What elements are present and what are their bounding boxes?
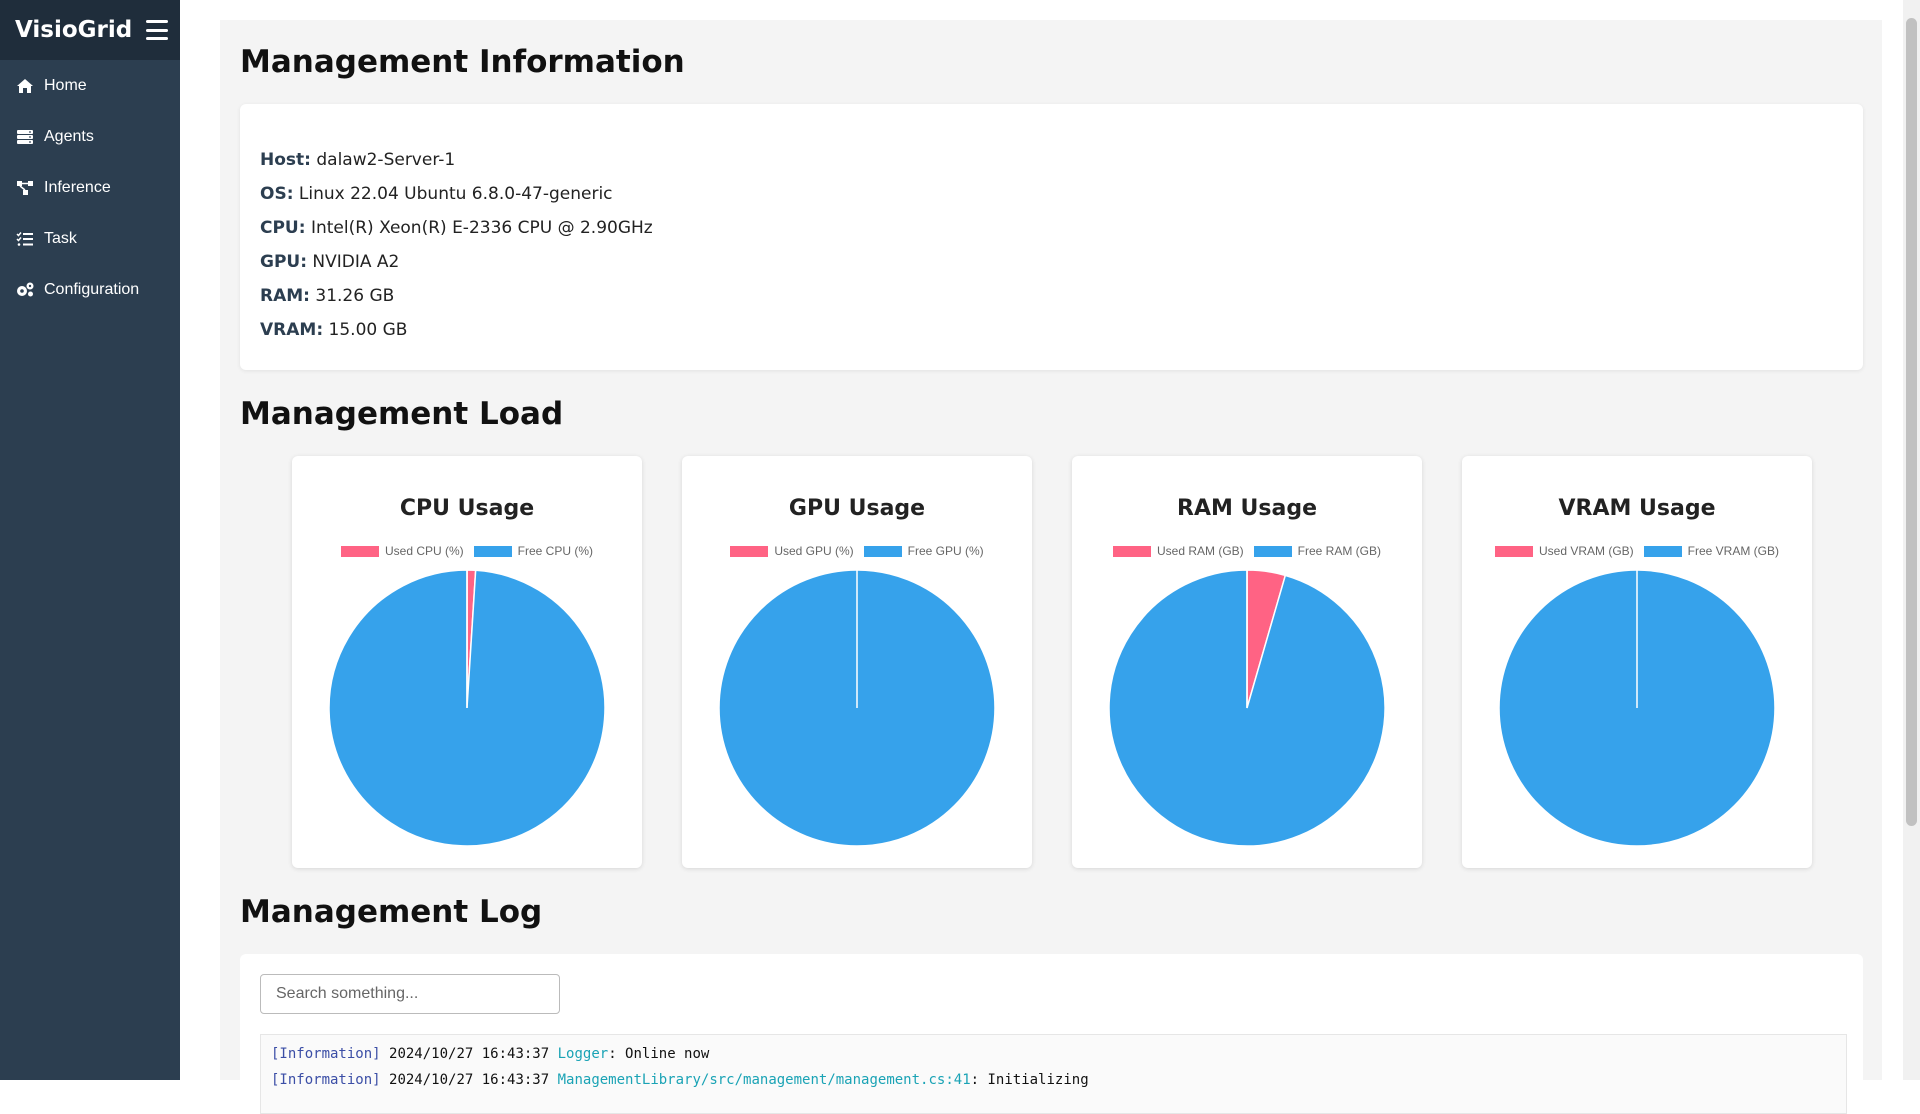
legend-item-used[interactable]: Used VRAM (GB): [1494, 544, 1634, 558]
ram-usage-chart-card: RAM Usage Used RAM (GB) Free RAM (GB): [1072, 456, 1422, 868]
legend-item-free[interactable]: Free CPU (%): [473, 544, 594, 558]
legend-swatch-used: [1494, 545, 1533, 557]
brand-bar: VisioGrid: [0, 0, 180, 60]
info-value: 31.26 GB: [315, 286, 395, 306]
chart-legend: Used VRAM (GB) Free VRAM (GB): [1462, 544, 1812, 558]
info-card: Host: dalaw2-Server-1 OS: Linux 22.04 Ub…: [240, 104, 1863, 370]
legend-swatch-free: [473, 545, 512, 557]
chart-legend: Used GPU (%) Free GPU (%): [682, 544, 1032, 558]
main-content: Management Information Host: dalaw2-Serv…: [220, 20, 1882, 1114]
log-timestamp: 2024/10/27 16:43:37: [389, 1072, 550, 1088]
sidebar-item-inference[interactable]: Inference: [0, 162, 180, 213]
info-value: Intel(R) Xeon(R) E-2336 CPU @ 2.90GHz: [310, 218, 653, 238]
cpu-pie-chart[interactable]: [327, 568, 607, 848]
legend-label: Free VRAM (GB): [1687, 544, 1780, 558]
legend-label: Used RAM (GB): [1156, 544, 1244, 558]
management-load-title: Management Load: [240, 396, 564, 432]
info-row-gpu: GPU: NVIDIA A2: [260, 245, 1843, 279]
sidebar-item-configuration[interactable]: Configuration: [0, 264, 180, 315]
scrollbar-thumb[interactable]: [1906, 18, 1917, 826]
page-scrollbar[interactable]: [1903, 0, 1920, 1080]
network-icon: [15, 180, 35, 196]
info-row-cpu: CPU: Intel(R) Xeon(R) E-2336 CPU @ 2.90G…: [260, 211, 1843, 245]
gpu-pie-chart[interactable]: [717, 568, 997, 848]
brand-logo-text[interactable]: VisioGrid: [15, 17, 132, 43]
legend-label: Used CPU (%): [384, 544, 464, 558]
legend-item-used[interactable]: Used CPU (%): [340, 544, 464, 558]
server-icon: [15, 129, 35, 145]
log-level: [Information]: [271, 1072, 381, 1088]
chart-title: VRAM Usage: [1558, 496, 1716, 521]
info-row-vram: VRAM: 15.00 GB: [260, 313, 1843, 347]
chart-title: CPU Usage: [399, 496, 535, 521]
log-line: [Information] 2024/10/27 16:43:37 Logger…: [271, 1041, 1836, 1067]
vram-usage-chart-card: VRAM Usage Used VRAM (GB) Free VRAM (GB): [1462, 456, 1812, 868]
info-row-os: OS: Linux 22.04 Ubuntu 6.8.0-47-generic: [260, 177, 1843, 211]
management-information-title: Management Information: [240, 44, 685, 80]
log-source: ManagementLibrary/src/management/managem…: [557, 1072, 971, 1088]
legend-label: Free RAM (GB): [1297, 544, 1382, 558]
sidebar-item-label: Task: [44, 229, 77, 247]
sidebar-item-label: Agents: [44, 127, 94, 145]
home-icon: [15, 78, 35, 94]
legend-label: Free GPU (%): [907, 544, 984, 558]
legend-label: Used GPU (%): [774, 544, 854, 558]
log-card: [Information] 2024/10/27 16:43:37 Logger…: [240, 954, 1863, 1114]
legend-item-free[interactable]: Free RAM (GB): [1253, 544, 1382, 558]
sidebar: VisioGrid Home Agents Inference Task Con…: [0, 0, 180, 1080]
legend-swatch-free: [863, 545, 902, 557]
log-message: : Initializing: [970, 1072, 1089, 1088]
vram-pie-chart[interactable]: [1497, 568, 1777, 848]
log-source: Logger: [557, 1046, 609, 1062]
info-value: Linux 22.04 Ubuntu 6.8.0-47-generic: [298, 184, 613, 204]
sidebar-item-label: Home: [44, 76, 87, 94]
legend-swatch-free: [1643, 545, 1682, 557]
info-value: dalaw2-Server-1: [316, 150, 456, 170]
legend-item-free[interactable]: Free VRAM (GB): [1643, 544, 1780, 558]
chart-title: RAM Usage: [1177, 496, 1317, 521]
log-message: : Online now: [608, 1046, 710, 1062]
log-output[interactable]: [Information] 2024/10/27 16:43:37 Logger…: [260, 1034, 1847, 1114]
info-key: OS:: [260, 184, 294, 204]
log-search-input[interactable]: [260, 974, 560, 1014]
legend-item-used[interactable]: Used GPU (%): [730, 544, 854, 558]
sidebar-item-agents[interactable]: Agents: [0, 111, 180, 162]
legend-item-used[interactable]: Used RAM (GB): [1112, 544, 1244, 558]
info-key: VRAM:: [260, 320, 324, 340]
info-key: Host:: [260, 150, 311, 170]
gears-icon: [15, 282, 35, 298]
ram-pie-chart[interactable]: [1107, 568, 1387, 848]
log-level: [Information]: [271, 1046, 381, 1062]
info-value: 15.00 GB: [328, 320, 408, 340]
info-key: RAM:: [260, 286, 310, 306]
gpu-usage-chart-card: GPU Usage Used GPU (%) Free GPU (%): [682, 456, 1032, 868]
task-list-icon: [15, 231, 35, 247]
sidebar-item-label: Inference: [44, 178, 111, 196]
info-row-host: Host: dalaw2-Server-1: [260, 143, 1843, 177]
log-timestamp: 2024/10/27 16:43:37: [389, 1046, 550, 1062]
chart-legend: Used RAM (GB) Free RAM (GB): [1072, 544, 1422, 558]
legend-item-free[interactable]: Free GPU (%): [863, 544, 984, 558]
sidebar-item-task[interactable]: Task: [0, 213, 180, 264]
cpu-usage-chart-card: CPU Usage Used CPU (%) Free CPU (%): [292, 456, 642, 868]
info-row-ram: RAM: 31.26 GB: [260, 279, 1843, 313]
chart-legend: Used CPU (%) Free CPU (%): [292, 544, 642, 558]
legend-swatch-used: [730, 545, 769, 557]
sidebar-item-label: Configuration: [44, 280, 140, 298]
management-log-title: Management Log: [240, 894, 543, 930]
chart-title: GPU Usage: [788, 496, 926, 521]
sidebar-item-home[interactable]: Home: [0, 60, 180, 111]
legend-swatch-used: [340, 545, 379, 557]
info-key: CPU:: [260, 218, 306, 238]
log-line: [Information] 2024/10/27 16:43:37 Manage…: [271, 1067, 1836, 1093]
info-value: NVIDIA A2: [312, 252, 400, 272]
info-key: GPU:: [260, 252, 308, 272]
legend-swatch-used: [1112, 545, 1151, 557]
legend-swatch-free: [1253, 545, 1292, 557]
legend-label: Used VRAM (GB): [1538, 544, 1634, 558]
menu-toggle-icon[interactable]: [146, 20, 169, 40]
legend-label: Free CPU (%): [517, 544, 594, 558]
